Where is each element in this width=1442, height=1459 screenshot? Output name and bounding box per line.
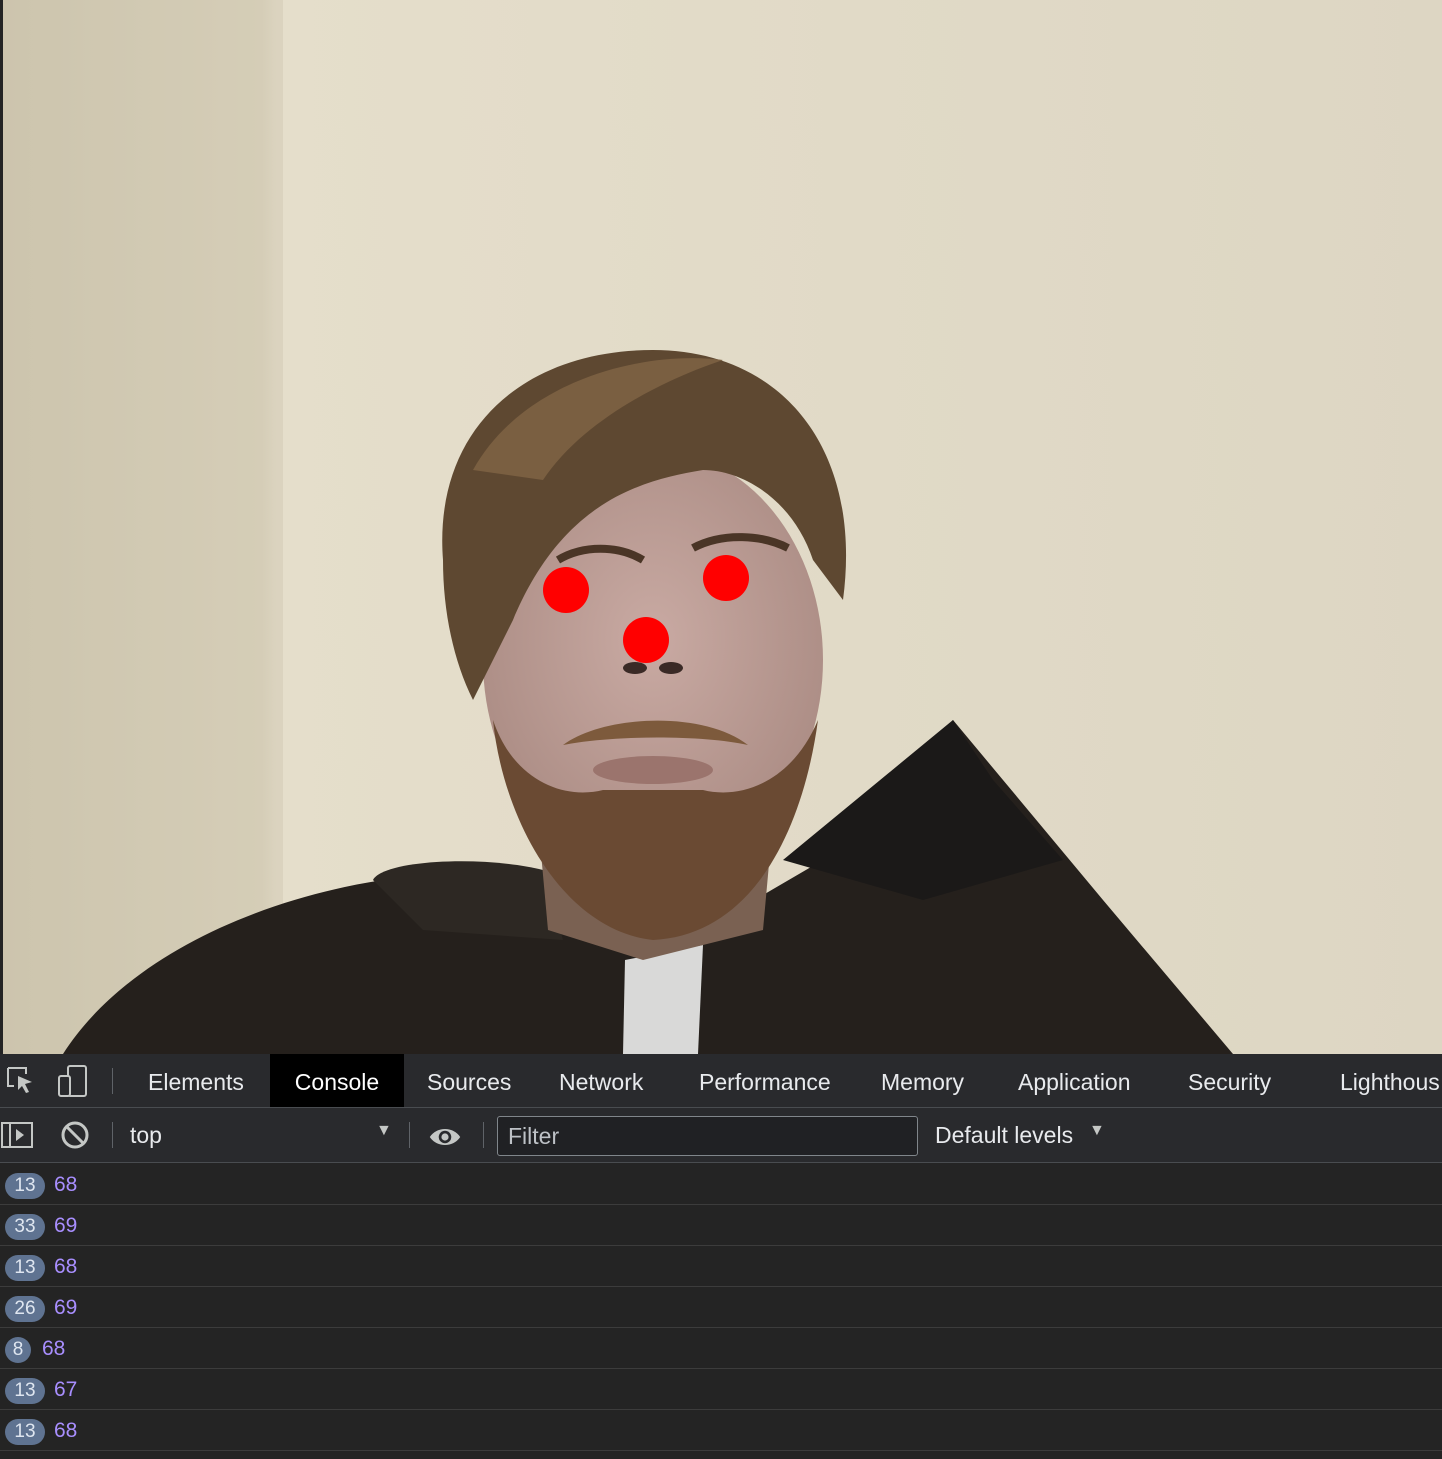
webcam-view xyxy=(3,0,1442,1054)
landmark-left-eye-marker xyxy=(543,567,589,613)
tab-console[interactable]: Console xyxy=(270,1054,404,1107)
toolbar-divider xyxy=(483,1122,484,1148)
toolbar-divider xyxy=(409,1122,410,1148)
landmark-nose-marker xyxy=(623,617,669,663)
repeat-count-badge: 13 xyxy=(5,1378,45,1404)
toolbar-divider xyxy=(112,1122,113,1148)
repeat-count-badge: 13 xyxy=(5,1173,45,1199)
console-message: 8 68 xyxy=(0,1328,1442,1369)
console-message: 13 68 xyxy=(0,1164,1442,1205)
webcam-frame xyxy=(3,0,1442,1054)
console-messages: 13 68 33 69 13 68 26 69 8 68 13 67 13 68 xyxy=(0,1164,1442,1451)
console-message: 13 67 xyxy=(0,1369,1442,1410)
dropdown-arrow-icon[interactable]: ▼ xyxy=(1089,1122,1105,1140)
repeat-count-badge: 13 xyxy=(5,1255,45,1281)
console-value: 68 xyxy=(54,1419,78,1442)
screen: Elements Console Sources Network Perform… xyxy=(0,0,1442,1459)
repeat-count-badge: 13 xyxy=(5,1419,45,1445)
console-message: 13 68 xyxy=(0,1246,1442,1287)
tab-security[interactable]: Security xyxy=(1188,1054,1271,1107)
console-value: 68 xyxy=(54,1255,78,1278)
tab-application[interactable]: Application xyxy=(1018,1054,1131,1107)
console-toolbar: top ▼ Default levels ▼ xyxy=(0,1108,1442,1163)
console-message: 13 68 xyxy=(0,1410,1442,1451)
devtools-tabbar: Elements Console Sources Network Perform… xyxy=(0,1054,1442,1108)
filter-input[interactable] xyxy=(497,1116,918,1156)
tab-memory[interactable]: Memory xyxy=(881,1054,964,1107)
context-selector[interactable]: top xyxy=(130,1122,162,1149)
console-value: 69 xyxy=(54,1296,78,1319)
tab-lighthouse[interactable]: Lighthous xyxy=(1340,1054,1442,1107)
repeat-count-badge: 33 xyxy=(5,1214,45,1240)
console-value: 68 xyxy=(42,1337,66,1360)
inspect-element-icon[interactable] xyxy=(4,1064,38,1098)
clear-console-icon[interactable] xyxy=(58,1118,92,1152)
console-value: 67 xyxy=(54,1378,78,1401)
toolbar-divider xyxy=(112,1068,113,1094)
console-value: 68 xyxy=(54,1173,78,1196)
console-message: 26 69 xyxy=(0,1287,1442,1328)
console-message: 33 69 xyxy=(0,1205,1442,1246)
device-toolbar-icon[interactable] xyxy=(56,1064,90,1098)
repeat-count-badge: 26 xyxy=(5,1296,45,1322)
log-levels-dropdown[interactable]: Default levels xyxy=(935,1122,1073,1149)
tab-network[interactable]: Network xyxy=(559,1054,643,1107)
landmark-right-eye-marker xyxy=(703,555,749,601)
tab-performance[interactable]: Performance xyxy=(699,1054,831,1107)
repeat-count-badge: 8 xyxy=(5,1337,31,1363)
console-value: 69 xyxy=(54,1214,78,1237)
tab-sources[interactable]: Sources xyxy=(427,1054,511,1107)
tab-elements[interactable]: Elements xyxy=(148,1054,244,1107)
sidebar-toggle-icon[interactable] xyxy=(0,1118,34,1152)
devtools-panel: Elements Console Sources Network Perform… xyxy=(0,1054,1442,1459)
eye-icon[interactable] xyxy=(428,1120,462,1154)
dropdown-arrow-icon[interactable]: ▼ xyxy=(376,1122,392,1140)
